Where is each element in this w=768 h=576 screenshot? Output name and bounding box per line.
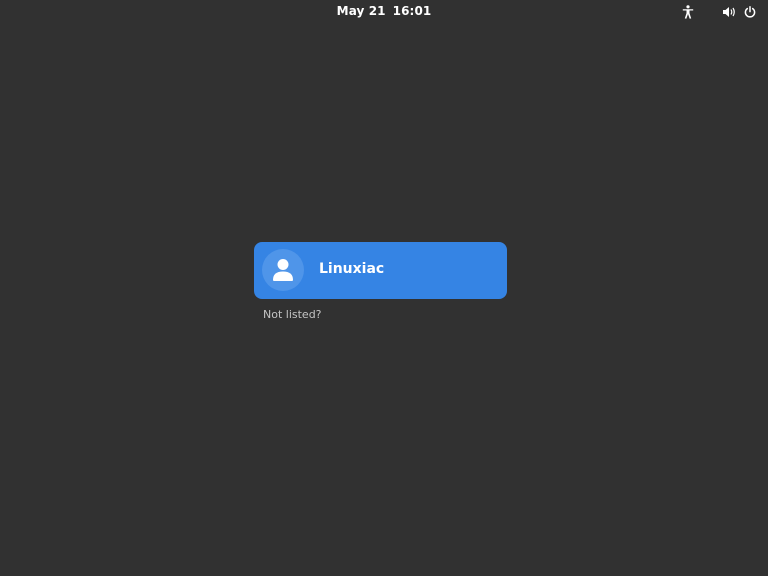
user-name-label: Linuxiac bbox=[319, 261, 385, 277]
avatar bbox=[262, 249, 304, 291]
date-label: May 21 bbox=[336, 4, 386, 18]
user-icon bbox=[273, 259, 293, 281]
accessibility-menu-button[interactable] bbox=[680, 3, 696, 21]
top-bar: May 21 16:01 bbox=[0, 0, 768, 24]
not-listed-link[interactable]: Not listed? bbox=[263, 308, 322, 321]
time-label: 16:01 bbox=[392, 4, 432, 18]
accessibility-icon bbox=[682, 5, 694, 19]
volume-icon bbox=[722, 7, 735, 17]
user-list-item[interactable]: Linuxiac bbox=[254, 242, 507, 299]
power-icon bbox=[744, 6, 755, 18]
clock-button[interactable]: May 21 16:01 bbox=[0, 4, 768, 18]
system-status-menu-button[interactable] bbox=[718, 3, 760, 21]
